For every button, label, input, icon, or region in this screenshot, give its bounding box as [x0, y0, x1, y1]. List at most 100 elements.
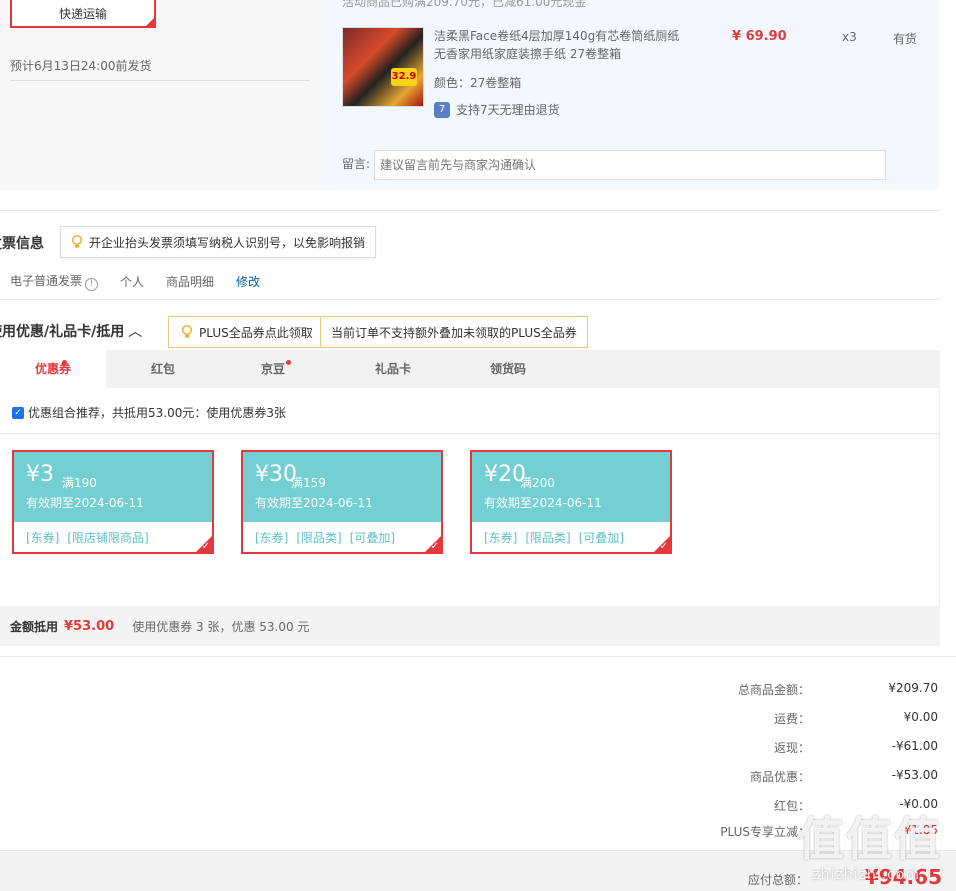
product-image-price-badge: 32.9 — [391, 68, 417, 86]
coupon-amount: ¥3 — [26, 462, 54, 487]
summary-label: 商品优惠： — [749, 770, 810, 784]
coupon-tags: [东券] [限品类] [可叠加] — [255, 529, 403, 546]
coupon-tag: [限品类] — [525, 531, 571, 545]
plus-coupon-claim-label: PLUS全品券点此领取 — [199, 325, 313, 340]
coupon-tag: [限店铺限商品] — [67, 531, 149, 545]
check-icon: ✓ — [201, 541, 210, 552]
coupon-tag: [东券] — [484, 531, 518, 545]
discount-section-toggle[interactable]: 使用优惠/礼品卡/抵用 ︿ — [0, 321, 142, 341]
plus-coupon-claim-button[interactable]: PLUS全品券点此领取 — [168, 316, 324, 348]
summary-label: 总商品金额： — [737, 683, 810, 697]
summary-row-cashback: 返现： -¥61.00 — [638, 739, 938, 759]
invoice-tip-text: 开企业抬头发票须填写纳税人识别号，以免影响报销 — [89, 235, 366, 250]
coupon-validity: 有效期至2024-06-11 — [255, 496, 373, 510]
coupon-validity: 有效期至2024-06-11 — [484, 496, 602, 510]
selected-check-icon — [144, 16, 167, 29]
product-color: 颜色：27卷整箱 — [434, 76, 522, 90]
site-watermark: 值值值 zhizhizhi.com — [790, 807, 950, 887]
coupon-tag: [东券] — [26, 531, 60, 545]
watermark-domain: zhizhizhi.com — [812, 867, 920, 883]
coupon-card[interactable]: ¥3 满190 有效期至2024-06-11 [东券] [限店铺限商品] ✓ — [12, 450, 214, 554]
invoice-type: 电子普通发票! — [10, 272, 99, 291]
discount-summary: 金额抵用 ¥53.00 使用优惠券 3 张，优惠 53.00 元 — [0, 606, 940, 646]
memo-label: 留言: — [342, 157, 371, 171]
order-item-block: 快递运输 预计6月13日24:00前发货 活动商品已购满209.70元，已减61… — [0, 0, 940, 190]
tab-jd-beans[interactable]: 京豆 — [220, 350, 326, 388]
coupon-card[interactable]: ¥20 满200 有效期至2024-06-11 [东券] [限品类] [可叠加] ✓ — [470, 450, 672, 554]
coupon-validity: 有效期至2024-06-11 — [26, 496, 144, 510]
product-image[interactable]: 32.9 — [342, 27, 424, 107]
coupon-card[interactable]: ¥30 满159 有效期至2024-06-11 [东券] [限品类] [可叠加] ✓ — [241, 450, 443, 554]
coupon-condition: 满159 — [291, 476, 326, 490]
divider — [0, 656, 956, 657]
discount-summary-label: 金额抵用 — [10, 619, 59, 634]
chevron-up-icon: ︿ — [128, 324, 143, 340]
combo-recommend[interactable]: ✓ 优惠组合推荐，共抵用53.00元：使用优惠券3张 — [12, 404, 286, 421]
coupon-tag: [东券] — [255, 531, 289, 545]
summary-value: ¥209.70 — [888, 681, 938, 695]
invoice-edit-link[interactable]: 修改 — [236, 273, 260, 290]
coupon-panel: ✓ 优惠组合推荐，共抵用53.00元：使用优惠券3张 ¥3 满190 有效期至2… — [0, 388, 940, 606]
promo-summary-text: 活动商品已购满209.70元，已减61.00元现金 — [342, 0, 587, 9]
divider — [0, 299, 940, 300]
coupon-tag: [可叠加] — [349, 531, 396, 545]
lightbulb-icon — [72, 235, 82, 248]
coupon-tags: [东券] [限店铺限商品] — [26, 529, 157, 546]
tab-label: 礼品卡 — [374, 362, 411, 376]
return-policy: 7 支持7天无理由退货 — [434, 101, 560, 118]
summary-value: ¥0.00 — [903, 710, 938, 724]
shipping-method-button[interactable]: 快递运输 — [10, 0, 167, 29]
info-icon[interactable]: ! — [85, 278, 99, 291]
lightbulb-icon — [182, 325, 192, 338]
tab-coupons[interactable]: 优惠券 — [0, 350, 106, 388]
discount-section-title: 使用优惠/礼品卡/抵用 — [0, 324, 125, 340]
summary-row-shipping: 运费： ¥0.00 — [638, 710, 938, 730]
divider — [10, 80, 310, 81]
tab-label: 领货码 — [489, 362, 526, 376]
product-title-link[interactable]: 洁柔黑Face卷纸4层加厚140g有芯卷筒纸厕纸无香家用纸家庭装擦手纸 27卷整… — [434, 27, 684, 63]
combo-recommend-label: 优惠组合推荐，共抵用53.00元：使用优惠券3张 — [28, 406, 286, 420]
plus-coupon-note: 当前订单不支持额外叠加未领取的PLUS全品券 — [320, 316, 588, 348]
coupon-face: ¥20 满200 有效期至2024-06-11 — [472, 452, 670, 522]
summary-value: -¥61.00 — [891, 739, 938, 753]
discount-summary-detail: 使用优惠券 3 张，优惠 53.00 元 — [132, 619, 310, 634]
summary-value: -¥53.00 — [891, 768, 938, 782]
tab-label: 京豆 — [260, 362, 285, 376]
summary-row-goods: 总商品金额： ¥209.70 — [638, 681, 938, 701]
shipping-panel: 快递运输 预计6月13日24:00前发货 — [0, 0, 322, 190]
invoice-section-title: 发票信息 — [0, 236, 44, 252]
coupon-tags: [东券] [限品类] [可叠加] — [484, 529, 632, 546]
tab-redeem-codes[interactable]: 领货码 — [455, 350, 561, 388]
discount-tabs: 优惠券 红包 京豆 礼品卡 领货码 — [0, 350, 940, 388]
product-panel: 活动商品已购满209.70元，已减61.00元现金 32.9 洁柔黑Face卷纸… — [322, 0, 938, 190]
product-price: ¥ 69.90 — [732, 29, 787, 44]
coupon-condition: 满190 — [62, 476, 97, 490]
coupon-face: ¥3 满190 有效期至2024-06-11 — [14, 452, 212, 522]
checkbox-checked-icon[interactable]: ✓ — [12, 406, 24, 419]
order-page: 快递运输 预计6月13日24:00前发货 活动商品已购满209.70元，已减61… — [0, 0, 956, 891]
new-dot-badge — [62, 360, 67, 365]
shipping-method-label: 快递运输 — [58, 6, 107, 21]
invoice-content: 商品明细 — [166, 275, 215, 289]
check-icon: ✓ — [659, 541, 668, 552]
product-stock-status: 有货 — [893, 32, 918, 46]
tab-red-packets[interactable]: 红包 — [110, 350, 216, 388]
invoice-details: 电子普通发票! 个人 商品明细 修改 — [10, 272, 282, 291]
coupon-tag: [可叠加] — [578, 531, 625, 545]
invoice-type-label: 电子普通发票 — [10, 274, 83, 288]
summary-label: 返现： — [773, 741, 810, 755]
tab-label: 红包 — [150, 362, 175, 376]
memo-input[interactable] — [374, 150, 886, 180]
check-icon: ✓ — [430, 541, 439, 552]
tab-gift-cards[interactable]: 礼品卡 — [340, 350, 446, 388]
coupon-condition: 满200 — [520, 476, 555, 490]
watermark-logo: 值值值 — [798, 812, 942, 866]
return-policy-label: 支持7天无理由退货 — [456, 103, 560, 117]
new-dot-badge — [286, 360, 291, 365]
discount-summary-amount: ¥53.00 — [64, 618, 115, 634]
estimated-ship-date: 预计6月13日24:00前发货 — [10, 59, 152, 73]
summary-label: 运费： — [773, 712, 810, 726]
product-quantity: x3 — [842, 30, 857, 44]
invoice-holder: 个人 — [120, 275, 145, 289]
divider — [0, 433, 940, 434]
